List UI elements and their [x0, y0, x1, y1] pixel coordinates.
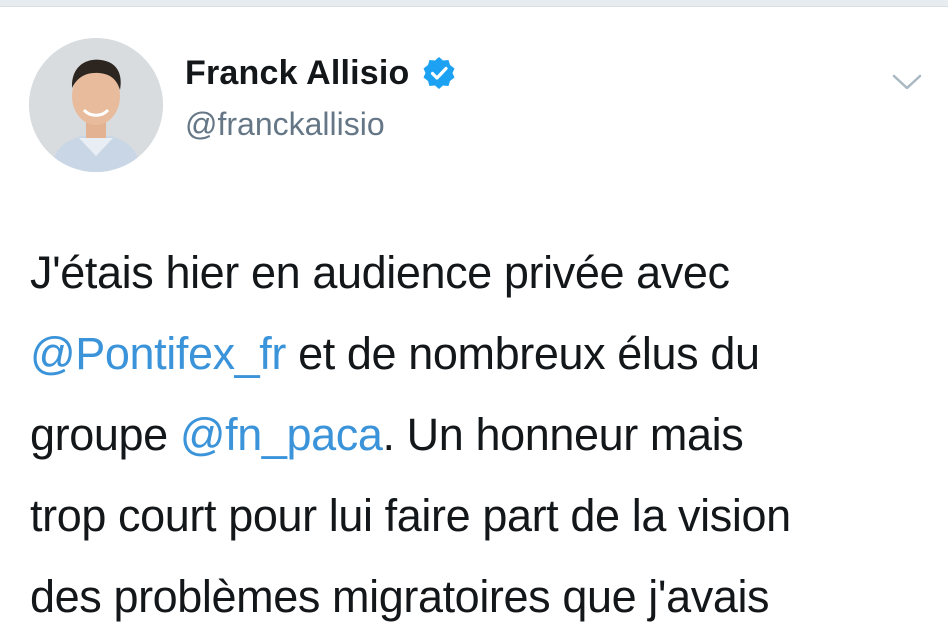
verified-badge-icon — [423, 57, 454, 89]
tweet-text-segment: et de nombreux élus du — [286, 328, 760, 379]
top-divider — [0, 0, 948, 7]
tweet-line: J'étais hier en audience privée avec — [30, 232, 940, 313]
avatar[interactable] — [29, 38, 163, 172]
author-handle[interactable]: @franckallisio — [185, 108, 385, 140]
mention-link-fn-paca[interactable]: @fn_paca — [180, 409, 383, 460]
tweet-text: J'étais hier en audience privée avec @Po… — [30, 232, 940, 637]
author-name[interactable]: Franck Allisio — [185, 56, 410, 90]
tweet-text-segment: J'étais hier en audience privée avec — [30, 247, 730, 298]
tweet-line: trop court pour lui faire part de la vis… — [30, 475, 940, 556]
tweet-text-segment: . Un honneur mais — [382, 409, 744, 460]
tweet-line: groupe @fn_paca. Un honneur mais — [30, 394, 940, 475]
tweet-line: @Pontifex_fr et de nombreux élus du — [30, 313, 940, 394]
avatar-photo-icon — [29, 38, 163, 172]
tweet-text-segment: groupe — [30, 409, 180, 460]
tweet-line: des problèmes migratoires que j'avais — [30, 556, 940, 637]
tweet-text-segment: des problèmes migratoires que j'avais — [30, 571, 770, 622]
author-name-row[interactable]: Franck Allisio — [185, 56, 456, 90]
mention-link-pontifex[interactable]: @Pontifex_fr — [30, 328, 286, 379]
tweet-text-segment: trop court pour lui faire part de la vis… — [30, 490, 791, 541]
chevron-down-icon[interactable] — [890, 70, 924, 94]
